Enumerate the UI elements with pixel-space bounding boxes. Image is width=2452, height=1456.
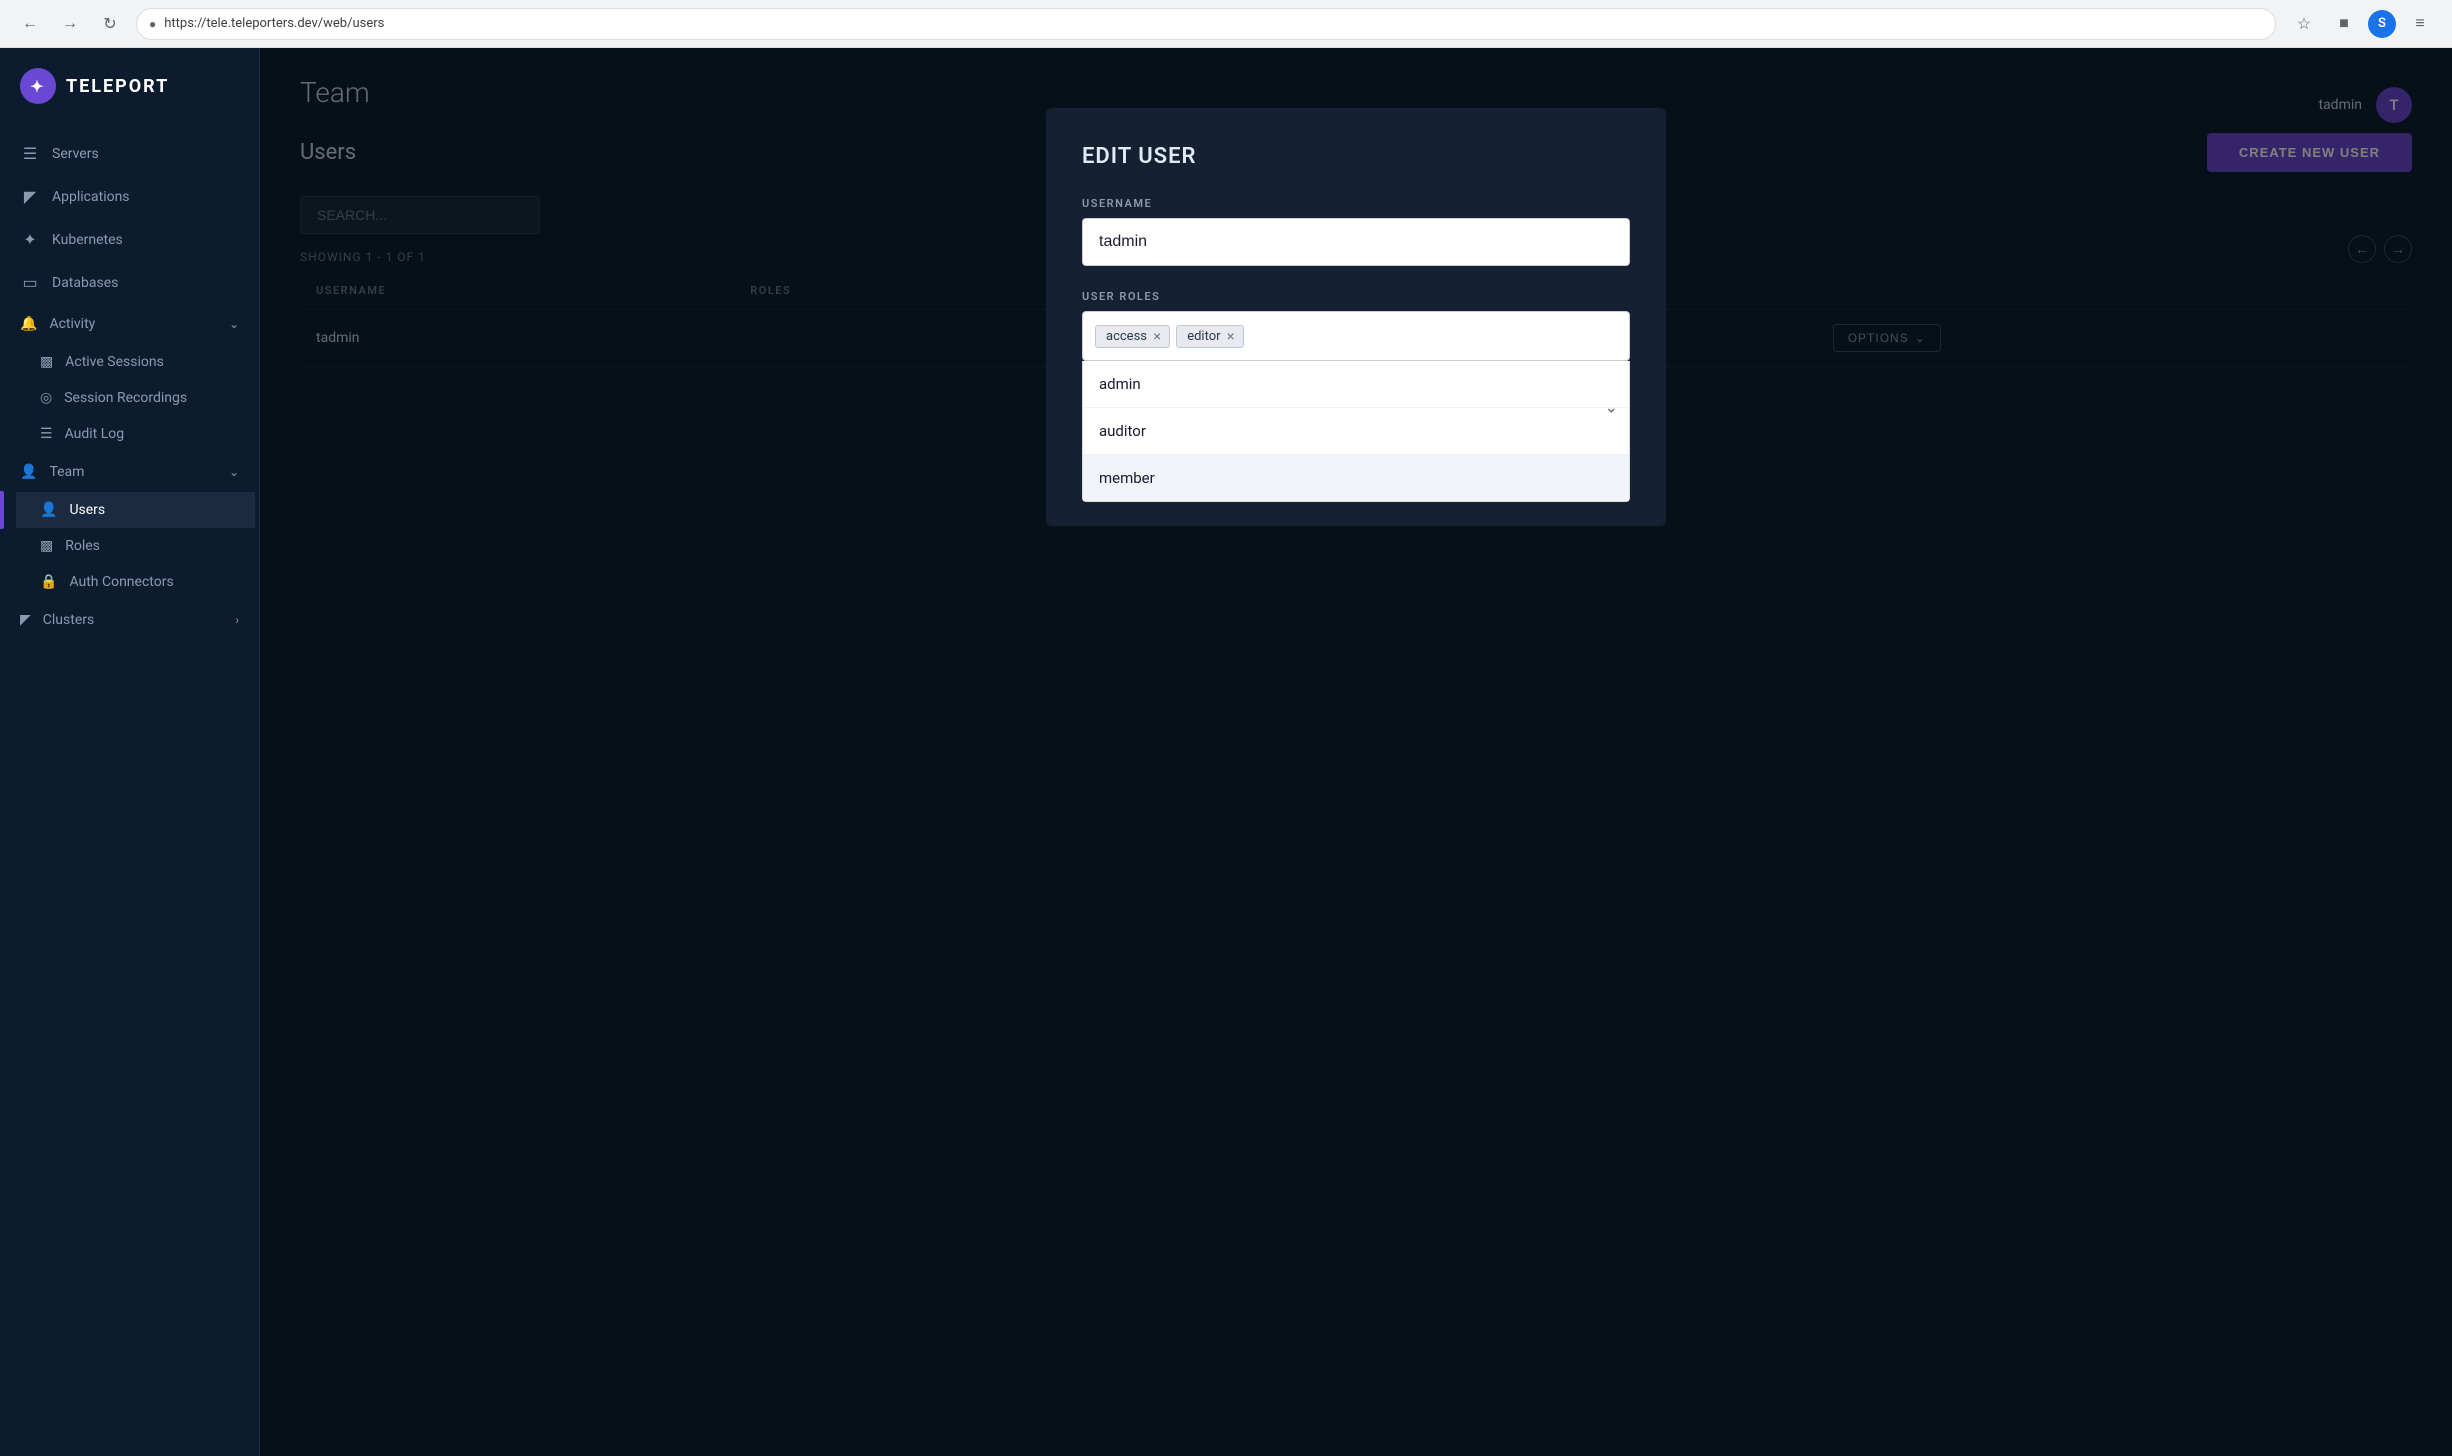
dropdown-item-auditor[interactable]: auditor (1083, 408, 1629, 455)
sidebar-item-active-sessions[interactable]: ▩ Active Sessions (20, 344, 259, 380)
active-indicator (0, 491, 4, 529)
role-tag-editor: editor × (1176, 325, 1244, 348)
sidebar-label-kubernetes: Kubernetes (52, 232, 123, 248)
sidebar-navigation: ☰ Servers ◤ Applications ✦ Kubernetes ▭ … (0, 124, 259, 1456)
auth-connectors-icon: 🔒 (40, 574, 57, 590)
activity-children: ▩ Active Sessions ◎ Session Recordings ☰… (0, 344, 259, 452)
clusters-icon: ◤ (20, 612, 31, 628)
role-tag-editor-remove[interactable]: × (1227, 329, 1235, 343)
sidebar-label-roles: Roles (65, 538, 100, 554)
sidebar-item-kubernetes[interactable]: ✦ Kubernetes (0, 218, 259, 261)
sidebar-label-servers: Servers (52, 146, 99, 162)
dropdown-item-admin[interactable]: admin (1083, 361, 1629, 408)
pocket-button[interactable]: ■ (2328, 8, 2360, 40)
sidebar-item-databases[interactable]: ▭ Databases (0, 261, 259, 304)
sidebar-item-activity[interactable]: 🔔 Activity ⌄ (0, 304, 259, 344)
team-chevron: ⌄ (229, 465, 239, 479)
logo-icon: ✦ (20, 68, 56, 104)
applications-icon: ◤ (20, 187, 40, 206)
users-icon: 👤 (40, 502, 57, 518)
activity-icon: 🔔 (20, 316, 37, 332)
shield-icon: ● (149, 17, 156, 31)
username-label: USERNAME (1082, 197, 1630, 210)
url-text: https://tele.teleporters.dev/web/users (164, 16, 384, 31)
audit-log-icon: ☰ (40, 426, 53, 442)
roles-form-group: USER ROLES access × editor × (1082, 290, 1630, 502)
sidebar-item-users[interactable]: 👤 Users (16, 492, 255, 528)
sidebar-label-activity: Activity (49, 316, 95, 332)
sidebar-label-clusters: Clusters (43, 612, 94, 628)
main-content: Team tadmin T Users CREATE NEW USER SHOW… (260, 48, 2452, 1456)
browser-right-icons: ☆ ■ S ≡ (2288, 8, 2436, 40)
sidebar-item-clusters[interactable]: ◤ Clusters › (0, 600, 259, 640)
active-sessions-icon: ▩ (40, 354, 53, 370)
users-item-wrapper: 👤 Users (20, 492, 259, 528)
roles-label: USER ROLES (1082, 290, 1630, 303)
browser-chrome: ← → ↻ ● https://tele.teleporters.dev/web… (0, 0, 2452, 48)
modal-overlay: EDIT USER USERNAME USER ROLES access × (260, 48, 2452, 1456)
address-bar[interactable]: ● https://tele.teleporters.dev/web/users (136, 8, 2276, 40)
sidebar-logo: ✦ TELEPORT (0, 48, 259, 124)
dropdown-item-member[interactable]: member (1083, 455, 1629, 501)
sidebar-label-auth-connectors: Auth Connectors (69, 574, 173, 590)
menu-button[interactable]: ≡ (2404, 8, 2436, 40)
role-tag-access-remove[interactable]: × (1153, 329, 1161, 343)
sidebar-item-roles[interactable]: ▩ Roles (20, 528, 259, 564)
sidebar-item-team[interactable]: 👤 Team ⌄ (0, 452, 259, 492)
browser-profile[interactable]: S (2368, 10, 2396, 38)
role-tag-access-label: access (1106, 329, 1147, 344)
activity-chevron: ⌄ (229, 317, 239, 331)
sidebar-label-databases: Databases (52, 275, 118, 291)
roles-dropdown-list: admin auditor member (1082, 361, 1630, 502)
refresh-button[interactable]: ↻ (96, 10, 124, 38)
sidebar-label-session-recordings: Session Recordings (64, 390, 187, 406)
session-recordings-icon: ◎ (40, 390, 52, 406)
sidebar-item-applications[interactable]: ◤ Applications (0, 175, 259, 218)
roles-select-container: access × editor × ⌄ admin au (1082, 311, 1630, 502)
sidebar-item-session-recordings[interactable]: ◎ Session Recordings (20, 380, 259, 416)
clusters-chevron: › (235, 613, 239, 627)
team-icon: 👤 (20, 464, 37, 480)
sidebar-item-servers[interactable]: ☰ Servers (0, 132, 259, 175)
kubernetes-icon: ✦ (20, 230, 40, 249)
role-tag-editor-label: editor (1187, 329, 1220, 344)
star-button[interactable]: ☆ (2288, 8, 2320, 40)
sidebar: ✦ TELEPORT ☰ Servers ◤ Applications ✦ Ku… (0, 48, 260, 1456)
username-form-group: USERNAME (1082, 197, 1630, 266)
role-tag-access: access × (1095, 325, 1170, 348)
sidebar-label-audit-log: Audit Log (65, 426, 125, 442)
databases-icon: ▭ (20, 273, 40, 292)
sidebar-item-auth-connectors[interactable]: 🔒 Auth Connectors (20, 564, 259, 600)
sidebar-label-users: Users (69, 502, 105, 518)
logo-text: TELEPORT (66, 76, 169, 97)
modal-title: EDIT USER (1082, 144, 1630, 169)
forward-button[interactable]: → (56, 10, 84, 38)
back-button[interactable]: ← (16, 10, 44, 38)
roles-icon: ▩ (40, 538, 53, 554)
sidebar-item-audit-log[interactable]: ☰ Audit Log (20, 416, 259, 452)
servers-icon: ☰ (20, 144, 40, 163)
team-children: 👤 Users ▩ Roles 🔒 Auth Connectors (0, 492, 259, 600)
username-input[interactable] (1082, 218, 1630, 266)
app-layout: ✦ TELEPORT ☰ Servers ◤ Applications ✦ Ku… (0, 48, 2452, 1456)
sidebar-label-team: Team (49, 464, 84, 480)
roles-select-box[interactable]: access × editor × (1082, 311, 1630, 361)
sidebar-label-applications: Applications (52, 189, 130, 205)
edit-user-modal: EDIT USER USERNAME USER ROLES access × (1046, 108, 1666, 526)
sidebar-label-active-sessions: Active Sessions (65, 354, 164, 370)
